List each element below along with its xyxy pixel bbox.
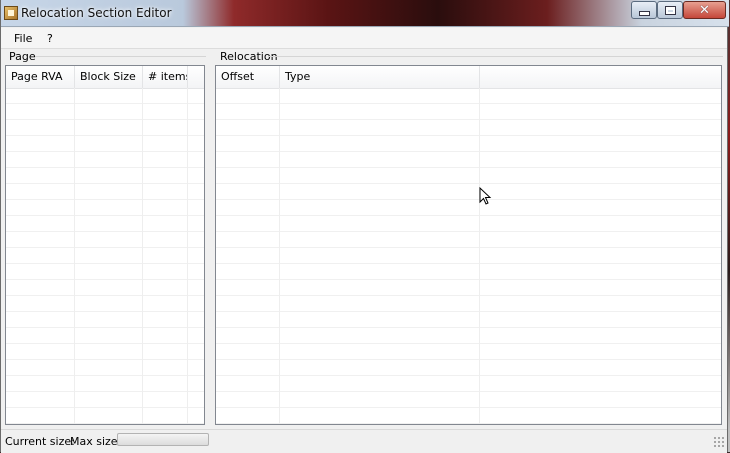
relocation-col-gridline — [479, 88, 480, 424]
menu-bar: File ? — [1, 28, 727, 49]
close-icon: ✕ — [699, 2, 710, 18]
relocation-list[interactable]: Offset Type — [215, 65, 722, 425]
maximize-icon — [664, 5, 676, 15]
page-list[interactable]: Page RVA Block Size # items — [5, 65, 205, 425]
size-progress-bar — [117, 433, 209, 446]
max-size-label: Max size: — [70, 435, 122, 448]
relocation-list-body[interactable] — [216, 88, 721, 424]
page-group-divider — [35, 56, 206, 57]
page-col-gridline — [74, 88, 75, 424]
column-page-rva[interactable]: Page RVA — [6, 66, 75, 88]
relocation-list-header: Offset Type — [216, 66, 721, 89]
column-type[interactable]: Type — [280, 66, 480, 88]
app-icon[interactable] — [4, 6, 18, 20]
menu-file[interactable]: File — [14, 32, 32, 45]
menu-help[interactable]: ? — [47, 32, 53, 45]
mouse-pointer-icon — [479, 186, 492, 205]
column-item-count[interactable]: # items — [143, 66, 188, 88]
column-filler — [480, 66, 721, 88]
resize-grip-icon[interactable] — [713, 436, 724, 447]
column-block-size[interactable]: Block Size — [75, 66, 143, 88]
status-bar: Current size: Max size: — [1, 429, 727, 453]
window-title: Relocation Section Editor — [21, 6, 172, 20]
minimize-button[interactable] — [631, 1, 657, 19]
page-list-body[interactable] — [6, 88, 204, 424]
maximize-button[interactable] — [657, 1, 683, 19]
title-bar[interactable]: Relocation Section Editor ✕ — [1, 0, 729, 27]
current-size-label: Current size: — [5, 435, 75, 448]
app-window: Relocation Section Editor ✕ File ? Page … — [0, 0, 729, 453]
page-col-gridline — [187, 88, 188, 424]
page-list-header: Page RVA Block Size # items — [6, 66, 204, 89]
column-offset[interactable]: Offset — [216, 66, 280, 88]
relocation-col-gridline — [279, 88, 280, 424]
close-button[interactable]: ✕ — [683, 1, 726, 19]
minimize-icon — [638, 10, 650, 16]
page-col-gridline — [142, 88, 143, 424]
relocation-group-divider — [269, 56, 723, 57]
